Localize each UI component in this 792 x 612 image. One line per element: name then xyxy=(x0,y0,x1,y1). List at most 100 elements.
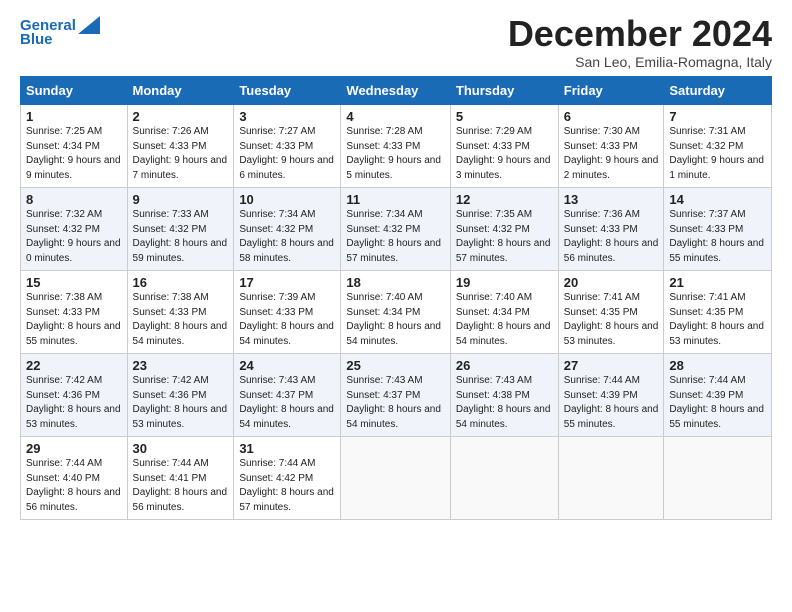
day-number: 16 xyxy=(133,275,229,290)
day-number: 31 xyxy=(239,441,335,456)
day-number: 13 xyxy=(564,192,659,207)
calendar-cell: 26 Sunrise: 7:43 AMSunset: 4:38 PMDaylig… xyxy=(450,354,558,437)
calendar-cell: 13 Sunrise: 7:36 AMSunset: 4:33 PMDaylig… xyxy=(558,188,664,271)
calendar-cell xyxy=(664,437,772,520)
header: General Blue December 2024 San Leo, Emil… xyxy=(20,16,772,70)
calendar-cell: 20 Sunrise: 7:41 AMSunset: 4:35 PMDaylig… xyxy=(558,271,664,354)
header-sunday: Sunday xyxy=(21,77,128,105)
calendar-cell: 28 Sunrise: 7:44 AMSunset: 4:39 PMDaylig… xyxy=(664,354,772,437)
calendar-cell xyxy=(558,437,664,520)
day-info: Sunrise: 7:44 AMSunset: 4:39 PMDaylight:… xyxy=(669,375,764,430)
day-info: Sunrise: 7:44 AMSunset: 4:42 PMDaylight:… xyxy=(239,458,334,513)
calendar-cell: 14 Sunrise: 7:37 AMSunset: 4:33 PMDaylig… xyxy=(664,188,772,271)
day-number: 25 xyxy=(346,358,444,373)
calendar-cell: 29 Sunrise: 7:44 AMSunset: 4:40 PMDaylig… xyxy=(21,437,128,520)
calendar-cell: 10 Sunrise: 7:34 AMSunset: 4:32 PMDaylig… xyxy=(234,188,341,271)
day-number: 10 xyxy=(239,192,335,207)
day-number: 2 xyxy=(133,109,229,124)
day-number: 19 xyxy=(456,275,553,290)
day-number: 14 xyxy=(669,192,766,207)
day-info: Sunrise: 7:38 AMSunset: 4:33 PMDaylight:… xyxy=(133,292,228,347)
day-number: 5 xyxy=(456,109,553,124)
day-info: Sunrise: 7:32 AMSunset: 4:32 PMDaylight:… xyxy=(26,209,121,264)
calendar-cell: 3 Sunrise: 7:27 AMSunset: 4:33 PMDayligh… xyxy=(234,105,341,188)
calendar-week-row: 22 Sunrise: 7:42 AMSunset: 4:36 PMDaylig… xyxy=(21,354,772,437)
day-number: 20 xyxy=(564,275,659,290)
header-monday: Monday xyxy=(127,77,234,105)
day-number: 12 xyxy=(456,192,553,207)
calendar-cell: 6 Sunrise: 7:30 AMSunset: 4:33 PMDayligh… xyxy=(558,105,664,188)
calendar-cell: 21 Sunrise: 7:41 AMSunset: 4:35 PMDaylig… xyxy=(664,271,772,354)
calendar-cell: 8 Sunrise: 7:32 AMSunset: 4:32 PMDayligh… xyxy=(21,188,128,271)
day-info: Sunrise: 7:29 AMSunset: 4:33 PMDaylight:… xyxy=(456,126,551,181)
day-info: Sunrise: 7:34 AMSunset: 4:32 PMDaylight:… xyxy=(239,209,334,264)
calendar-cell: 1 Sunrise: 7:25 AMSunset: 4:34 PMDayligh… xyxy=(21,105,128,188)
calendar-cell: 18 Sunrise: 7:40 AMSunset: 4:34 PMDaylig… xyxy=(341,271,450,354)
day-info: Sunrise: 7:40 AMSunset: 4:34 PMDaylight:… xyxy=(456,292,551,347)
calendar-cell: 22 Sunrise: 7:42 AMSunset: 4:36 PMDaylig… xyxy=(21,354,128,437)
day-info: Sunrise: 7:38 AMSunset: 4:33 PMDaylight:… xyxy=(26,292,121,347)
calendar-cell: 15 Sunrise: 7:38 AMSunset: 4:33 PMDaylig… xyxy=(21,271,128,354)
calendar-cell: 7 Sunrise: 7:31 AMSunset: 4:32 PMDayligh… xyxy=(664,105,772,188)
day-info: Sunrise: 7:27 AMSunset: 4:33 PMDaylight:… xyxy=(239,126,334,181)
day-number: 15 xyxy=(26,275,122,290)
location-subtitle: San Leo, Emilia-Romagna, Italy xyxy=(508,54,772,70)
header-tuesday: Tuesday xyxy=(234,77,341,105)
day-number: 1 xyxy=(26,109,122,124)
header-thursday: Thursday xyxy=(450,77,558,105)
day-info: Sunrise: 7:39 AMSunset: 4:33 PMDaylight:… xyxy=(239,292,334,347)
calendar-cell: 30 Sunrise: 7:44 AMSunset: 4:41 PMDaylig… xyxy=(127,437,234,520)
day-number: 17 xyxy=(239,275,335,290)
day-number: 27 xyxy=(564,358,659,373)
day-info: Sunrise: 7:44 AMSunset: 4:40 PMDaylight:… xyxy=(26,458,121,513)
day-number: 4 xyxy=(346,109,444,124)
day-number: 21 xyxy=(669,275,766,290)
calendar-cell: 31 Sunrise: 7:44 AMSunset: 4:42 PMDaylig… xyxy=(234,437,341,520)
day-number: 28 xyxy=(669,358,766,373)
logo-bird-icon xyxy=(78,16,100,34)
month-title: December 2024 xyxy=(508,16,772,52)
calendar-cell xyxy=(341,437,450,520)
day-number: 26 xyxy=(456,358,553,373)
calendar-cell: 17 Sunrise: 7:39 AMSunset: 4:33 PMDaylig… xyxy=(234,271,341,354)
day-info: Sunrise: 7:33 AMSunset: 4:32 PMDaylight:… xyxy=(133,209,228,264)
title-block: December 2024 San Leo, Emilia-Romagna, I… xyxy=(508,16,772,70)
day-info: Sunrise: 7:35 AMSunset: 4:32 PMDaylight:… xyxy=(456,209,551,264)
day-info: Sunrise: 7:44 AMSunset: 4:39 PMDaylight:… xyxy=(564,375,659,430)
day-info: Sunrise: 7:42 AMSunset: 4:36 PMDaylight:… xyxy=(26,375,121,430)
day-info: Sunrise: 7:31 AMSunset: 4:32 PMDaylight:… xyxy=(669,126,764,181)
calendar-cell: 27 Sunrise: 7:44 AMSunset: 4:39 PMDaylig… xyxy=(558,354,664,437)
calendar-cell: 2 Sunrise: 7:26 AMSunset: 4:33 PMDayligh… xyxy=(127,105,234,188)
day-number: 8 xyxy=(26,192,122,207)
day-number: 29 xyxy=(26,441,122,456)
calendar-week-row: 8 Sunrise: 7:32 AMSunset: 4:32 PMDayligh… xyxy=(21,188,772,271)
day-number: 9 xyxy=(133,192,229,207)
calendar-cell: 4 Sunrise: 7:28 AMSunset: 4:33 PMDayligh… xyxy=(341,105,450,188)
calendar-cell: 19 Sunrise: 7:40 AMSunset: 4:34 PMDaylig… xyxy=(450,271,558,354)
calendar-table: Sunday Monday Tuesday Wednesday Thursday… xyxy=(20,76,772,520)
day-info: Sunrise: 7:41 AMSunset: 4:35 PMDaylight:… xyxy=(564,292,659,347)
day-number: 11 xyxy=(346,192,444,207)
day-info: Sunrise: 7:36 AMSunset: 4:33 PMDaylight:… xyxy=(564,209,659,264)
calendar-cell xyxy=(450,437,558,520)
day-number: 6 xyxy=(564,109,659,124)
day-number: 7 xyxy=(669,109,766,124)
calendar-cell: 5 Sunrise: 7:29 AMSunset: 4:33 PMDayligh… xyxy=(450,105,558,188)
day-number: 22 xyxy=(26,358,122,373)
calendar-cell: 11 Sunrise: 7:34 AMSunset: 4:32 PMDaylig… xyxy=(341,188,450,271)
day-info: Sunrise: 7:25 AMSunset: 4:34 PMDaylight:… xyxy=(26,126,121,181)
header-saturday: Saturday xyxy=(664,77,772,105)
calendar-header-row: Sunday Monday Tuesday Wednesday Thursday… xyxy=(21,77,772,105)
day-info: Sunrise: 7:30 AMSunset: 4:33 PMDaylight:… xyxy=(564,126,659,181)
day-info: Sunrise: 7:42 AMSunset: 4:36 PMDaylight:… xyxy=(133,375,228,430)
day-info: Sunrise: 7:28 AMSunset: 4:33 PMDaylight:… xyxy=(346,126,441,181)
day-number: 23 xyxy=(133,358,229,373)
logo: General Blue xyxy=(20,16,100,48)
page: General Blue December 2024 San Leo, Emil… xyxy=(0,0,792,612)
logo-blue: Blue xyxy=(20,31,53,48)
day-number: 24 xyxy=(239,358,335,373)
calendar-cell: 25 Sunrise: 7:43 AMSunset: 4:37 PMDaylig… xyxy=(341,354,450,437)
header-friday: Friday xyxy=(558,77,664,105)
day-info: Sunrise: 7:40 AMSunset: 4:34 PMDaylight:… xyxy=(346,292,441,347)
calendar-week-row: 29 Sunrise: 7:44 AMSunset: 4:40 PMDaylig… xyxy=(21,437,772,520)
